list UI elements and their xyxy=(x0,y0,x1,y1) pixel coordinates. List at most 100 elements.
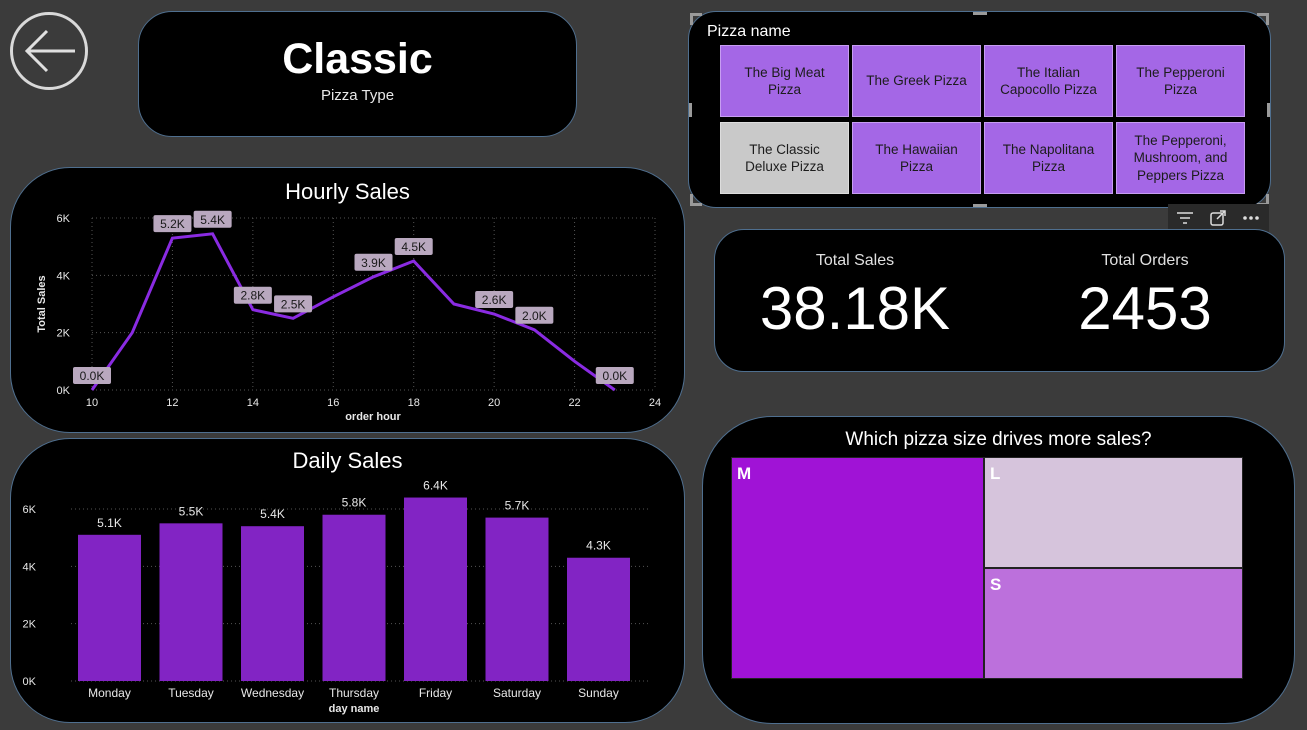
pizza-size-card: Which pizza size drives more sales? M L S xyxy=(702,416,1295,724)
data-label: 0.0K xyxy=(595,367,634,384)
slicer-item[interactable]: The Italian Capocollo Pizza xyxy=(984,45,1113,117)
visual-header-toolbar xyxy=(1168,204,1269,232)
total-sales-kpi: Total Sales 38.18K xyxy=(715,230,995,342)
slicer-item[interactable]: The Pepperoni Pizza xyxy=(1116,45,1245,117)
x-tick-label: 12 xyxy=(166,397,178,409)
x-tick-label: 14 xyxy=(247,397,259,409)
slicer-item[interactable]: The Big Meat Pizza xyxy=(720,45,849,117)
svg-text:5.2K: 5.2K xyxy=(160,217,185,231)
y-tick-label: 0K xyxy=(57,385,71,397)
slicer-item-selected[interactable]: The Classic Deluxe Pizza xyxy=(720,122,849,194)
data-label: 2.0K xyxy=(515,306,554,324)
svg-text:5.4K: 5.4K xyxy=(200,213,225,227)
x-tick-label: Wednesday xyxy=(241,686,304,700)
bar-value-label: 5.8K xyxy=(342,496,367,510)
treemap-cell[interactable]: S xyxy=(984,568,1243,679)
slicer-item[interactable]: The Greek Pizza xyxy=(852,45,981,117)
total-sales-label: Total Sales xyxy=(815,252,895,269)
slicer-item[interactable]: The Napolitana Pizza xyxy=(984,122,1113,194)
y-tick-label: 6K xyxy=(57,213,71,225)
svg-text:4.5K: 4.5K xyxy=(401,240,426,254)
treemap-cell[interactable]: L xyxy=(984,457,1243,568)
x-tick-label: 20 xyxy=(488,397,500,409)
bar[interactable] xyxy=(322,514,386,681)
slicer-item-label: The Hawaiian Pizza xyxy=(875,141,958,174)
back-button[interactable] xyxy=(10,12,88,90)
x-axis-title: order hour xyxy=(345,411,401,423)
resize-handle[interactable] xyxy=(973,12,987,15)
total-orders-label: Total Orders xyxy=(1101,252,1189,269)
slicer-title: Pizza name xyxy=(707,23,791,40)
focus-mode-icon[interactable] xyxy=(1201,204,1234,232)
slicer-item-label: The Italian Capocollo Pizza xyxy=(1000,64,1097,97)
x-axis-title: day name xyxy=(329,703,380,715)
x-tick-label: 24 xyxy=(649,397,661,409)
bar-value-label: 5.7K xyxy=(505,499,530,513)
svg-text:2.8K: 2.8K xyxy=(241,289,266,303)
data-label: 5.4K xyxy=(193,210,232,228)
resize-corner[interactable] xyxy=(1257,13,1269,25)
y-tick-label: 2K xyxy=(57,328,71,340)
slicer-item[interactable]: The Hawaiian Pizza xyxy=(852,122,981,194)
slicer-item-label: The Pepperoni, Mushroom, and Peppers Piz… xyxy=(1133,133,1228,183)
y-tick-label: 4K xyxy=(57,270,71,282)
total-orders-value: 2453 xyxy=(1078,275,1212,342)
x-tick-label: Sunday xyxy=(578,686,619,700)
bar-value-label: 5.5K xyxy=(179,504,204,518)
x-tick-label: 18 xyxy=(408,397,420,409)
daily-sales-card: Daily Sales 0K 2K 4K 6K 5.1K Monday 5.5K Tuesd… xyxy=(10,438,685,723)
bar-value-label: 5.1K xyxy=(97,516,122,530)
slicer-item-label: The Big Meat Pizza xyxy=(744,64,825,97)
slicer-item-label: The Pepperoni Pizza xyxy=(1136,64,1225,97)
resize-handle[interactable] xyxy=(689,103,692,117)
x-tick-label: Monday xyxy=(88,686,131,700)
svg-text:2.6K: 2.6K xyxy=(482,293,507,307)
slicer-item-label: The Napolitana Pizza xyxy=(1002,141,1095,174)
bar[interactable] xyxy=(567,557,630,681)
pizza-name-slicer: Pizza name The Big Meat Pizza The Greek … xyxy=(688,11,1271,208)
resize-corner[interactable] xyxy=(690,194,702,206)
more-options-icon[interactable] xyxy=(1234,204,1267,232)
svg-text:2.0K: 2.0K xyxy=(522,309,547,323)
bar[interactable] xyxy=(241,526,304,681)
data-label: 2.8K xyxy=(233,286,272,304)
hourly-sales-chart: 0K 2K 4K 6K 10 12 14 16 18 20 22 24 0.0K 5.2K 5.4K 2.8… xyxy=(36,210,661,423)
bar[interactable] xyxy=(404,497,467,681)
x-tick-label: 16 xyxy=(327,397,339,409)
y-tick-label: 2K xyxy=(23,619,37,631)
bar-value-label: 5.4K xyxy=(260,507,285,521)
daily-sales-chart: 0K 2K 4K 6K 5.1K Monday 5.5K Tuesday 5.4K Wednes… xyxy=(23,479,649,715)
data-label: 3.9K xyxy=(354,253,393,271)
bar-value-label: 6.4K xyxy=(423,479,448,493)
resize-handle[interactable] xyxy=(1267,103,1270,117)
treemap-cell-label: M xyxy=(737,464,752,483)
x-tick-label: Saturday xyxy=(493,686,541,700)
x-tick-label: Tuesday xyxy=(168,686,214,700)
hourly-sales-card: Hourly Sales 0K 2K 4K 6K 10 12 14 16 18 20 22 24 0.… xyxy=(10,167,685,433)
resize-handle[interactable] xyxy=(973,204,987,207)
bar[interactable] xyxy=(78,534,141,681)
total-orders-kpi: Total Orders 2453 xyxy=(1005,230,1285,342)
data-label: 5.2K xyxy=(153,215,192,233)
bar[interactable] xyxy=(485,517,549,681)
slicer-item[interactable]: The Pepperoni, Mushroom, and Peppers Piz… xyxy=(1116,122,1245,194)
data-label: 4.5K xyxy=(394,238,433,255)
total-sales-value: 38.18K xyxy=(759,275,951,342)
kpi-card: Total Sales 38.18K Total Orders 2453 xyxy=(714,229,1285,372)
x-tick-label: 22 xyxy=(568,397,580,409)
filter-icon[interactable] xyxy=(1168,204,1201,232)
pizza-type-value: Classic xyxy=(282,35,433,83)
svg-text:3.9K: 3.9K xyxy=(361,256,386,270)
arrow-left-icon xyxy=(24,29,75,73)
y-tick-label: 4K xyxy=(23,561,37,573)
y-tick-label: 0K xyxy=(23,676,37,688)
treemap-cell-label: L xyxy=(990,464,1001,483)
bar[interactable] xyxy=(159,523,223,681)
svg-text:2.5K: 2.5K xyxy=(281,297,306,311)
treemap-cell[interactable]: M xyxy=(731,457,984,679)
svg-text:0.0K: 0.0K xyxy=(602,369,627,383)
data-label: 2.5K xyxy=(274,295,313,313)
data-label: 0.0K xyxy=(73,367,111,384)
y-tick-label: 6K xyxy=(23,504,37,516)
resize-corner[interactable] xyxy=(690,13,702,25)
